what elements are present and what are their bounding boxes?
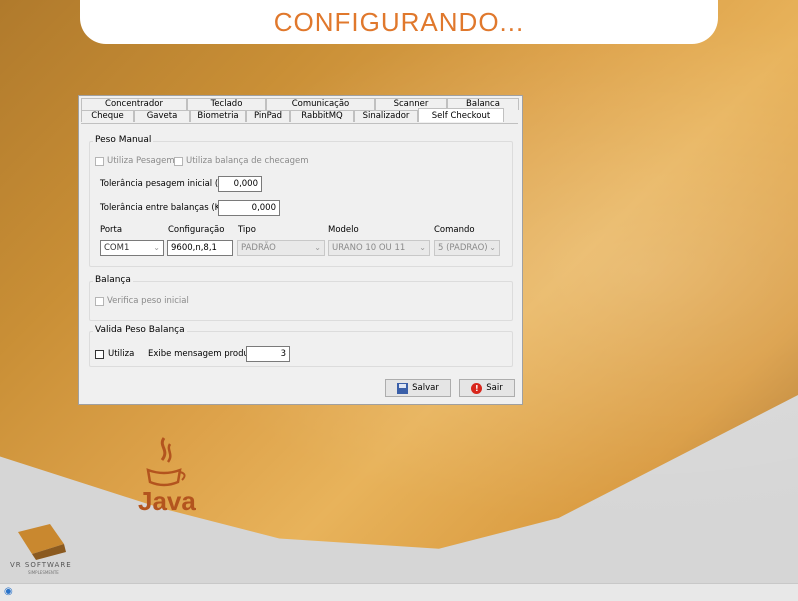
utiliza-label: Utiliza — [108, 349, 135, 359]
tipo-select[interactable]: PADRÃO ⌄ — [237, 240, 325, 256]
porta-label: Porta — [100, 225, 123, 235]
tipo-value: PADRÃO — [241, 243, 276, 253]
tab-rabbitmq[interactable]: RabbitMQ — [290, 110, 354, 122]
background-grey-area — [0, 395, 798, 600]
exit-icon: ! — [471, 382, 483, 394]
comando-select[interactable]: 5 (PADRAO) ⌄ — [434, 240, 500, 256]
comando-value: 5 (PADRAO) — [438, 243, 488, 253]
tolerancia-inicial-label: Tolerância pesagem inicial (Kg) — [100, 179, 233, 189]
status-banner: CONFIGURANDO... — [80, 0, 718, 44]
utiliza-balanca-checagem-label: Utiliza balança de checagem — [186, 156, 309, 166]
vr-software-text: VR SOFTWARE — [10, 561, 72, 569]
tab-teclado[interactable]: Teclado — [187, 98, 266, 110]
tab-gaveta[interactable]: Gaveta — [134, 110, 190, 122]
chrome-icon[interactable]: ◉ — [4, 586, 13, 597]
self-checkout-panel: Peso Manual Utiliza Pesagem Utiliza bala… — [81, 123, 518, 402]
tipo-label: Tipo — [238, 225, 256, 235]
banner-title: CONFIGURANDO... — [273, 6, 525, 37]
verifica-peso-checkbox[interactable] — [95, 297, 104, 306]
tab-self-checkout[interactable]: Self Checkout — [418, 108, 504, 122]
modelo-label: Modelo — [328, 225, 359, 235]
utiliza-pesagem-label: Utiliza Pesagem — [107, 156, 175, 166]
configuracao-input[interactable]: 9600,n,8,1 — [167, 240, 233, 256]
tab-cheque[interactable]: Cheque — [81, 110, 134, 122]
exit-button-label: Sair — [486, 383, 503, 393]
peso-manual-title: Peso Manual — [93, 135, 154, 145]
taskbar — [0, 583, 798, 601]
comando-label: Comando — [434, 225, 475, 235]
configuracao-label: Configuração — [168, 225, 225, 235]
modelo-value: URANO 10 OU 11 — [332, 243, 406, 253]
utiliza-balanca-checagem-checkbox[interactable] — [174, 157, 183, 166]
porta-select[interactable]: COM1 ⌄ — [100, 240, 164, 256]
porta-value: COM1 — [104, 243, 130, 253]
chevron-down-icon: ⌄ — [314, 243, 321, 252]
tab-concentrador[interactable]: Concentrador — [81, 98, 187, 110]
save-button[interactable]: Salvar — [385, 379, 451, 397]
chevron-down-icon: ⌄ — [489, 243, 496, 252]
chevron-down-icon: ⌄ — [153, 243, 160, 252]
tab-row-2: Cheque Gaveta Biometria PinPad RabbitMQ … — [81, 108, 504, 122]
tab-biometria[interactable]: Biometria — [190, 110, 246, 122]
tab-pinpad[interactable]: PinPad — [246, 110, 290, 122]
exibe-mensagem-label: Exibe mensagem produto — [148, 349, 258, 359]
tolerancia-entre-input[interactable]: 0,000 — [218, 200, 280, 216]
chevron-down-icon: ⌄ — [419, 243, 426, 252]
floppy-disk-icon — [397, 382, 409, 394]
tab-sinalizador[interactable]: Sinalizador — [354, 110, 418, 122]
vr-software-subtext: SIMPLESMENTE — [28, 570, 59, 575]
tolerancia-inicial-input[interactable]: 0,000 — [218, 176, 262, 192]
utiliza-pesagem-checkbox[interactable] — [95, 157, 104, 166]
tab-comunicacao[interactable]: Comunicação — [266, 98, 375, 110]
modelo-select[interactable]: URANO 10 OU 11 ⌄ — [328, 240, 430, 256]
utiliza-checkbox[interactable] — [95, 350, 104, 359]
java-logo-text: Java — [138, 486, 196, 516]
verifica-peso-label: Verifica peso inicial — [107, 296, 189, 306]
valida-peso-title: Valida Peso Balança — [93, 325, 187, 335]
config-dialog: Concentrador Teclado Comunicação Scanner… — [78, 95, 523, 405]
tolerancia-entre-label: Tolerância entre balanças (Kg) — [100, 203, 229, 213]
vr-software-logo-icon — [18, 524, 66, 560]
exit-button[interactable]: ! Sair — [459, 379, 515, 397]
exibe-mensagem-input[interactable]: 3 — [246, 346, 290, 362]
save-button-label: Salvar — [412, 383, 439, 393]
balanca-title: Balança — [93, 275, 133, 285]
